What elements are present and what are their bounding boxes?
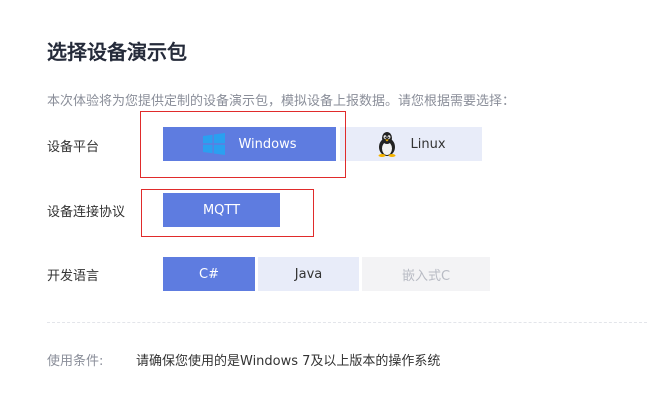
language-option-csharp[interactable]: C# xyxy=(163,257,255,291)
language-option-label: C# xyxy=(199,266,219,282)
language-option-embedded-c: 嵌入式C xyxy=(362,257,490,291)
platform-option-linux[interactable]: Linux xyxy=(340,127,482,161)
conditions-label: 使用条件: xyxy=(47,354,104,369)
platform-option-label: Linux xyxy=(410,136,446,152)
language-option-label: Java xyxy=(294,266,323,282)
section-divider xyxy=(47,322,647,323)
linux-tux-icon xyxy=(376,131,398,157)
platform-highlight-box xyxy=(140,111,346,178)
platform-label: 设备平台 xyxy=(47,140,100,155)
language-option-label: 嵌入式C xyxy=(401,268,451,284)
conditions-text: 请确保您使用的是Windows 7及以上版本的操作系统 xyxy=(136,354,441,369)
protocol-label: 设备连接协议 xyxy=(47,205,126,220)
page-description: 本次体验将为您提供定制的设备演示包，模拟设备上报数据。请您根据需要选择： xyxy=(47,94,516,109)
page-title: 选择设备演示包 xyxy=(47,40,187,64)
language-label: 开发语言 xyxy=(47,269,100,284)
protocol-highlight-box xyxy=(141,189,314,237)
language-option-java[interactable]: Java xyxy=(258,257,359,291)
